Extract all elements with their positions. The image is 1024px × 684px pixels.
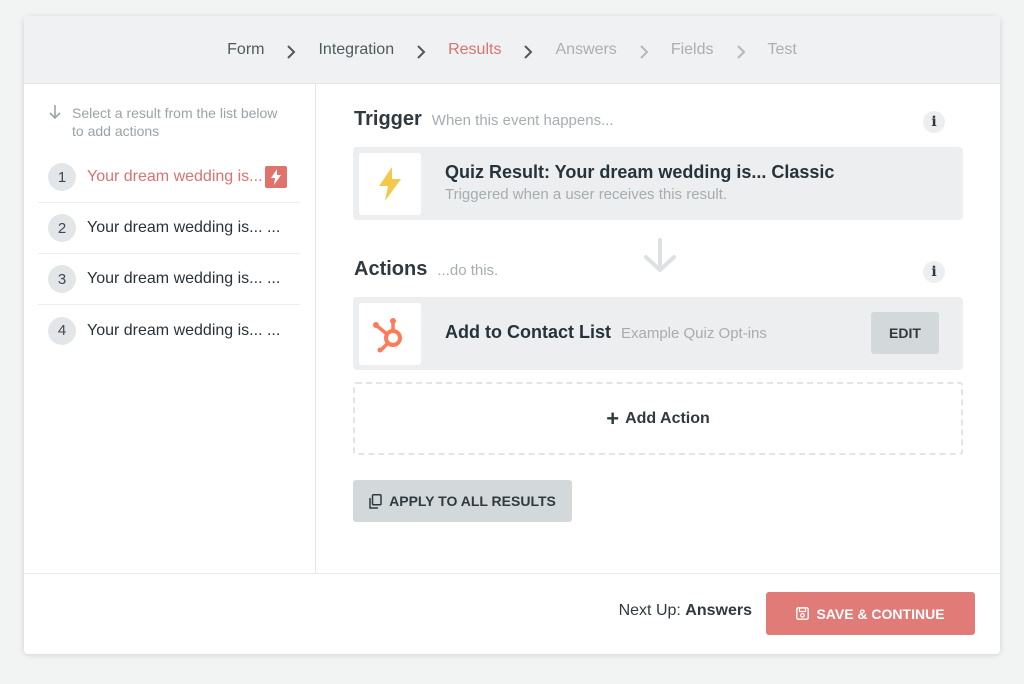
action-detail: Example Quiz Opt-ins [620,325,767,342]
result-item-3[interactable]: 3 Your dream wedding is... ... [38,254,300,305]
result-number: 2 [48,214,76,242]
action-item[interactable]: Add to Contact List Example Quiz Opt-ins… [353,297,963,370]
results-sidebar: Select a result from the list below to a… [24,84,316,573]
next-up-prefix: Next Up: [618,602,681,619]
trigger-title: Trigger [354,108,422,130]
trigger-event-desc: Triggered when a user receives this resu… [445,186,728,203]
trigger-box[interactable]: Quiz Result: Your dream wedding is... Cl… [353,147,963,220]
result-number: 4 [48,316,76,345]
save-label: SAVE & CONTINUE [816,605,945,622]
result-label: Your dream wedding is... [87,168,263,185]
save-icon [796,607,810,620]
add-action-label: Add Action [625,409,710,427]
actions-subtitle: ...do this. [437,262,499,279]
action-icon-tile [359,303,421,365]
step-results[interactable]: Results [448,41,501,59]
trigger-info-icon[interactable]: i [923,111,945,133]
chevron-right-icon [416,44,426,59]
edit-button[interactable]: EDIT [871,312,939,354]
step-form[interactable]: Form [227,41,264,59]
hubspot-icon [373,318,402,353]
result-label: Your dream wedding is... ... [87,321,281,339]
trigger-heading: Trigger When this event happens... [354,108,614,131]
step-fields[interactable]: Fields [671,41,714,59]
result-item-1[interactable]: 1 Your dream wedding is... [38,152,300,203]
trigger-text: Quiz Result: Your dream wedding is... Cl… [445,162,834,203]
result-item-4[interactable]: 4 Your dream wedding is... ... [38,305,300,356]
actions-title: Actions [354,258,428,280]
apply-to-all-button[interactable]: APPLY TO ALL RESULTS [353,480,572,522]
chevron-right-icon [286,44,296,59]
chevron-right-icon [639,44,649,59]
result-number: 1 [48,163,76,191]
save-continue-button[interactable]: SAVE & CONTINUE [766,592,975,635]
trigger-icon-tile [359,153,421,215]
sidebar-hint: Select a result from the list below to a… [48,104,288,140]
footer: Next Up: Answers SAVE & CONTINUE [24,573,1000,654]
actions-heading: Actions ...do this. [354,258,498,281]
result-item-2[interactable]: 2 Your dream wedding is... ... [38,203,300,254]
hint-text: Select a result from the list below to a… [72,105,278,139]
result-label: Your dream wedding is... ... [87,270,281,287]
chevron-right-icon [736,44,746,59]
lightning-icon [379,167,401,201]
lightning-badge-icon [264,166,287,188]
result-number: 3 [48,265,76,293]
chevron-right-icon [523,44,533,59]
trigger-event-title: Quiz Result: Your dream wedding is... Cl… [445,162,835,182]
copy-icon [369,493,382,509]
apply-label: APPLY TO ALL RESULTS [389,493,556,509]
next-up-text: Next Up: Answers [619,602,752,620]
stepper: Form Integration Results Answers Fields … [24,16,1000,84]
step-test[interactable]: Test [768,41,797,59]
next-up-value: Answers [685,602,752,619]
add-action-button[interactable]: + Add Action [353,382,963,455]
action-title: Add to Contact List [445,322,611,342]
result-label: Your dream wedding is... ... [87,219,281,236]
flow-arrow-down-icon [642,238,678,279]
action-text: Add to Contact List Example Quiz Opt-ins [445,322,767,343]
step-integration[interactable]: Integration [318,41,394,59]
plus-icon: + [606,405,620,431]
results-list: 1 Your dream wedding is... 2 Your dream … [38,152,300,356]
trigger-subtitle: When this event happens... [431,112,614,129]
step-answers[interactable]: Answers [555,41,616,59]
arrow-down-icon [48,104,62,120]
integration-card: Form Integration Results Answers Fields … [24,16,1000,654]
actions-info-icon[interactable]: i [923,261,945,283]
